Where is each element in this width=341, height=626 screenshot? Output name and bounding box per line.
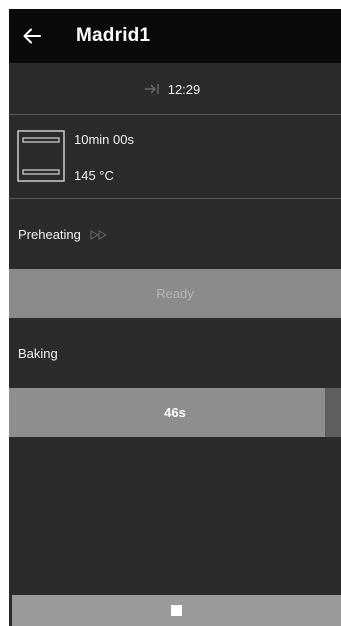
timer-value: 12:29	[167, 81, 201, 97]
oven-app: Madrid1 12:29 10min 00s 145 °C Preheatin…	[9, 9, 341, 626]
preheating-label: Preheating	[18, 227, 81, 242]
timer-row: 12:29	[9, 64, 341, 114]
back-button[interactable]	[10, 9, 54, 63]
divider	[9, 198, 341, 199]
preheating-status: Ready	[156, 286, 194, 301]
baking-progress-remaining	[325, 388, 341, 437]
arrow-to-line-right-icon	[144, 84, 159, 94]
baking-remaining-time: 46s	[164, 405, 186, 420]
program-info: 10min 00s 145 °C	[9, 116, 341, 198]
baking-label: Baking	[18, 346, 58, 361]
program-duration: 10min 00s	[74, 132, 134, 147]
preheating-status-bar: Ready	[9, 269, 341, 318]
divider	[9, 114, 341, 115]
stop-button[interactable]	[12, 595, 341, 626]
baking-stage: Baking	[18, 346, 58, 361]
arrow-left-icon	[23, 28, 41, 44]
preheating-stage: Preheating	[18, 227, 108, 242]
stop-icon	[171, 605, 182, 616]
page-title: Madrid1	[76, 25, 151, 46]
baking-progress-bar: 46s	[9, 388, 341, 437]
fast-forward-outline-icon	[90, 229, 107, 240]
oven-icon	[17, 130, 65, 182]
program-temperature: 145 °C	[74, 168, 114, 183]
app-header: Madrid1	[9, 9, 341, 63]
